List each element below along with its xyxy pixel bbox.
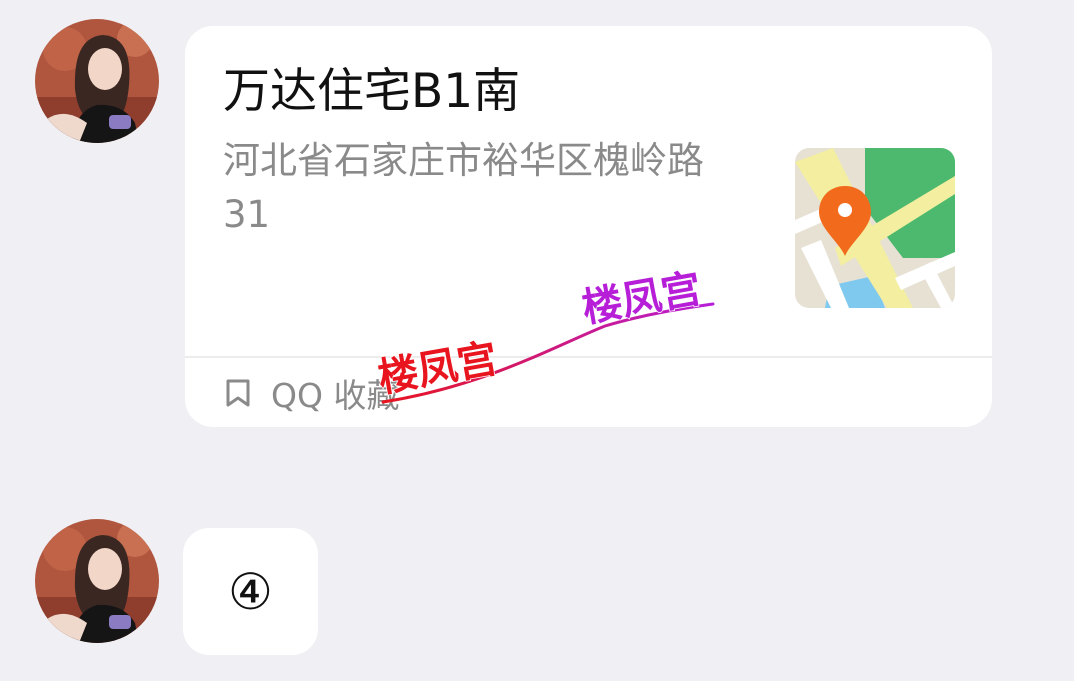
card-divider (185, 356, 992, 358)
watermark-text-2: 楼凤宫 (579, 266, 705, 332)
bookmark-icon (225, 378, 251, 408)
card-footer-source[interactable]: QQ 收藏 (225, 366, 399, 420)
sender-avatar[interactable] (35, 19, 159, 143)
map-pin-icon[interactable] (795, 148, 955, 308)
text-message-bubble[interactable]: ④ (183, 528, 318, 655)
location-address: 河北省石家庄市裕华区槐岭路31 (223, 139, 704, 236)
sender-avatar[interactable] (35, 519, 159, 643)
location-name: 万达住宅B1南 (223, 64, 521, 119)
location-message-card[interactable]: 万达住宅B1南 河北省石家庄市裕华区槐岭路31 QQ 收藏 楼凤宫 楼凤宫 (185, 26, 992, 427)
message-text: ④ (228, 562, 273, 621)
footer-source-label: QQ 收藏 (271, 376, 400, 415)
